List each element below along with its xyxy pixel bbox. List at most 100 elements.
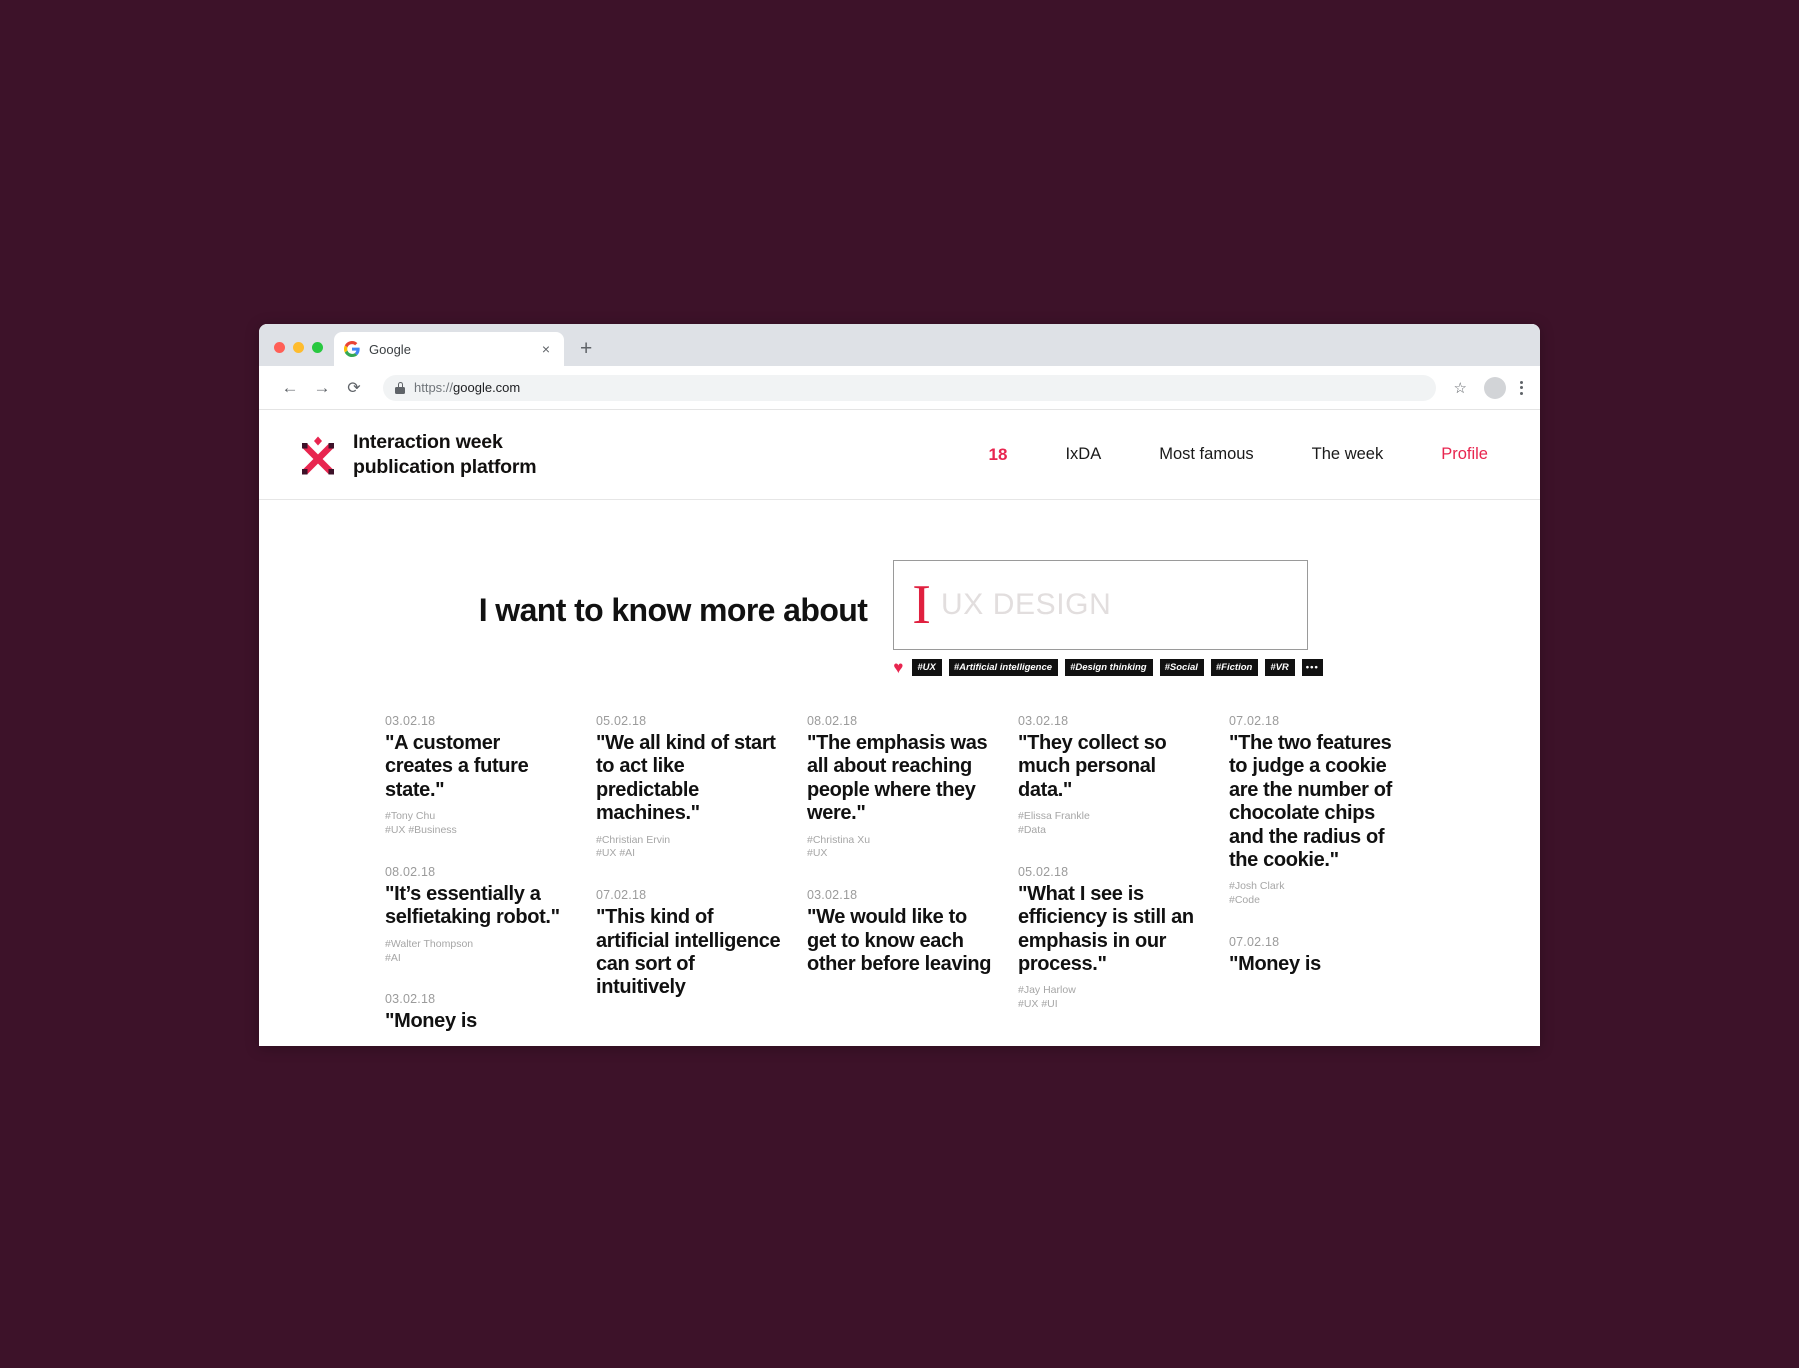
bookmark-star-icon[interactable]: ☆: [1448, 379, 1473, 397]
close-tab-icon[interactable]: ×: [538, 342, 554, 356]
quote-tags: #UX #Business: [385, 824, 457, 837]
browser-tab[interactable]: Google ×: [334, 332, 564, 366]
nav-item-the-week[interactable]: The week: [1283, 445, 1413, 464]
brand-line-2: publication platform: [353, 455, 537, 478]
tag-artificial-intelligence[interactable]: #Artificial intelligence: [948, 659, 1059, 676]
lock-icon: [395, 381, 405, 394]
nav-item-count[interactable]: 18: [989, 445, 1037, 465]
site-header: Interaction week publication platform 18…: [259, 410, 1540, 500]
heart-icon[interactable]: ♥: [893, 659, 903, 676]
quote-date: 05.02.18: [1018, 864, 1069, 879]
quote-meta: #Elissa Frankle #Data: [1018, 810, 1203, 838]
quote-date: 07.02.18: [1229, 714, 1280, 728]
minimize-window-button[interactable]: [293, 342, 304, 353]
quote-card[interactable]: 07.02.18 "This kind of artificial intell…: [596, 888, 781, 1000]
quote-author: #Christina Xu: [807, 833, 871, 846]
brand-title: Interaction week publication platform: [353, 430, 537, 480]
quote-column-3: 08.02.18 "The emphasis was all about rea…: [807, 714, 992, 1046]
browser-menu-icon[interactable]: [1517, 377, 1526, 399]
quote-tags: #Data: [1018, 824, 1047, 837]
browser-toolbar: ← → ⟳ https://google.com ☆: [259, 366, 1540, 410]
url-text: https://google.com: [414, 380, 520, 395]
quote-card[interactable]: 03.02.18 "A customer creates a future st…: [385, 714, 570, 838]
quote-date: 08.02.18: [807, 714, 858, 728]
nav-item-profile[interactable]: Profile: [1412, 445, 1488, 464]
brand-line-1: Interaction week: [353, 430, 503, 453]
tag-design-thinking[interactable]: #Design thinking: [1065, 659, 1153, 676]
quote-column-5: 07.02.18 "The two features to judge a co…: [1229, 714, 1414, 1046]
quote-date: 03.02.18: [385, 714, 436, 728]
quotes-grid: 03.02.18 "A customer creates a future st…: [259, 676, 1540, 1046]
quote-text: "It’s essentially a selfietaking robot.": [385, 882, 560, 929]
quote-column-4: 03.02.18 "They collect so much personal …: [1018, 714, 1203, 1046]
quote-card[interactable]: 03.02.18 "They collect so much personal …: [1018, 714, 1203, 838]
quote-text: "We would like to get to know each other…: [807, 906, 992, 976]
quote-tags: #AI: [385, 951, 401, 964]
search-container: I UX DESIGN ♥ #UX #Artificial intelligen…: [893, 560, 1323, 676]
quote-card[interactable]: 03.02.18 "We would like to get to know e…: [807, 888, 992, 976]
quote-date: 07.02.18: [1229, 935, 1280, 950]
close-window-button[interactable]: [274, 342, 285, 353]
search-placeholder: UX DESIGN: [940, 588, 1112, 621]
quote-card[interactable]: 05.02.18 "What I see is efficiency is st…: [1018, 865, 1203, 1012]
tag-social[interactable]: #Social: [1159, 659, 1204, 676]
quote-text: "Money is: [1229, 953, 1321, 976]
tag-fiction[interactable]: #Fiction: [1210, 659, 1259, 676]
quote-card[interactable]: 03.02.18 "Money is: [385, 992, 570, 1033]
search-section: I want to know more about I UX DESIGN ♥ …: [259, 500, 1540, 676]
quote-author: #Jay Harlow: [1018, 984, 1076, 997]
browser-tab-strip: Google × +: [259, 324, 1540, 366]
maximize-window-button[interactable]: [312, 342, 323, 353]
quote-card[interactable]: 07.02.18 "The two features to judge a co…: [1229, 714, 1414, 908]
site-navigation: 18 IxDA Most famous The week Profile: [989, 445, 1488, 465]
url-domain: google.com: [453, 380, 521, 395]
nav-item-ixda[interactable]: IxDA: [1036, 445, 1130, 464]
page-content: Interaction week publication platform 18…: [259, 410, 1540, 1046]
quote-text: "A customer creates a future state.": [385, 732, 529, 801]
tag-ux[interactable]: #UX: [912, 659, 942, 676]
quote-meta: #Josh Clark #Code: [1229, 880, 1414, 908]
quote-card[interactable]: 08.02.18 "The emphasis was all about rea…: [807, 714, 992, 861]
quote-meta: #Tony Chu #UX #Business: [385, 810, 570, 838]
reload-button[interactable]: ⟳: [339, 373, 369, 403]
more-tags-button[interactable]: •••: [1301, 659, 1323, 676]
quote-text: "The emphasis was all about reaching peo…: [807, 732, 988, 825]
quote-text: "They collect so much personal data.": [1018, 732, 1167, 801]
search-input[interactable]: I UX DESIGN: [893, 560, 1309, 650]
quote-meta: #Jay Harlow #UX #UI: [1018, 984, 1203, 1012]
quote-card[interactable]: 08.02.18 "It’s essentially a selfietakin…: [385, 865, 570, 966]
forward-button[interactable]: →: [307, 373, 337, 403]
quote-date: 03.02.18: [807, 888, 858, 903]
google-favicon-icon: [344, 341, 360, 357]
window-controls: [259, 342, 334, 366]
tag-vr[interactable]: #VR: [1265, 659, 1295, 676]
nav-item-most-famous[interactable]: Most famous: [1130, 445, 1282, 464]
quote-date: 07.02.18: [596, 888, 647, 903]
quote-text: "The two features to judge a cookie are …: [1229, 732, 1392, 871]
text-cursor-icon: I: [912, 574, 931, 636]
quote-author: #Elissa Frankle: [1018, 810, 1090, 823]
back-button[interactable]: ←: [275, 373, 305, 403]
quote-author: #Walter Thompson: [385, 937, 474, 950]
quote-date: 05.02.18: [596, 714, 647, 728]
quote-meta: #Walter Thompson #AI: [385, 938, 570, 966]
quote-column-1: 03.02.18 "A customer creates a future st…: [385, 714, 570, 1046]
tag-filter-bar: ♥ #UX #Artificial intelligence #Design t…: [893, 659, 1323, 676]
quote-date: 03.02.18: [1018, 714, 1069, 728]
quote-tags: #UX: [807, 847, 828, 860]
address-bar[interactable]: https://google.com: [383, 374, 1436, 401]
quote-text: "This kind of artificial intelligence ca…: [596, 906, 781, 999]
quote-card[interactable]: 07.02.18 "Money is: [1229, 935, 1414, 976]
quote-card[interactable]: 05.02.18 "We all kind of start to act li…: [596, 714, 781, 861]
quote-author: #Tony Chu: [385, 810, 436, 823]
profile-avatar[interactable]: [1484, 376, 1506, 399]
browser-window: Google × + ← → ⟳ https://google.com ☆ In…: [259, 324, 1540, 1046]
quote-tags: #UX #AI: [596, 847, 636, 860]
new-tab-button[interactable]: +: [580, 338, 592, 359]
quote-author: #Josh Clark: [1229, 880, 1285, 893]
ixda-logo-icon: [299, 435, 337, 475]
quote-tags: #UX #UI: [1018, 998, 1058, 1011]
quote-meta: #Christina Xu #UX: [807, 834, 992, 862]
brand[interactable]: Interaction week publication platform: [299, 430, 537, 480]
quote-column-2: 05.02.18 "We all kind of start to act li…: [596, 714, 781, 1046]
